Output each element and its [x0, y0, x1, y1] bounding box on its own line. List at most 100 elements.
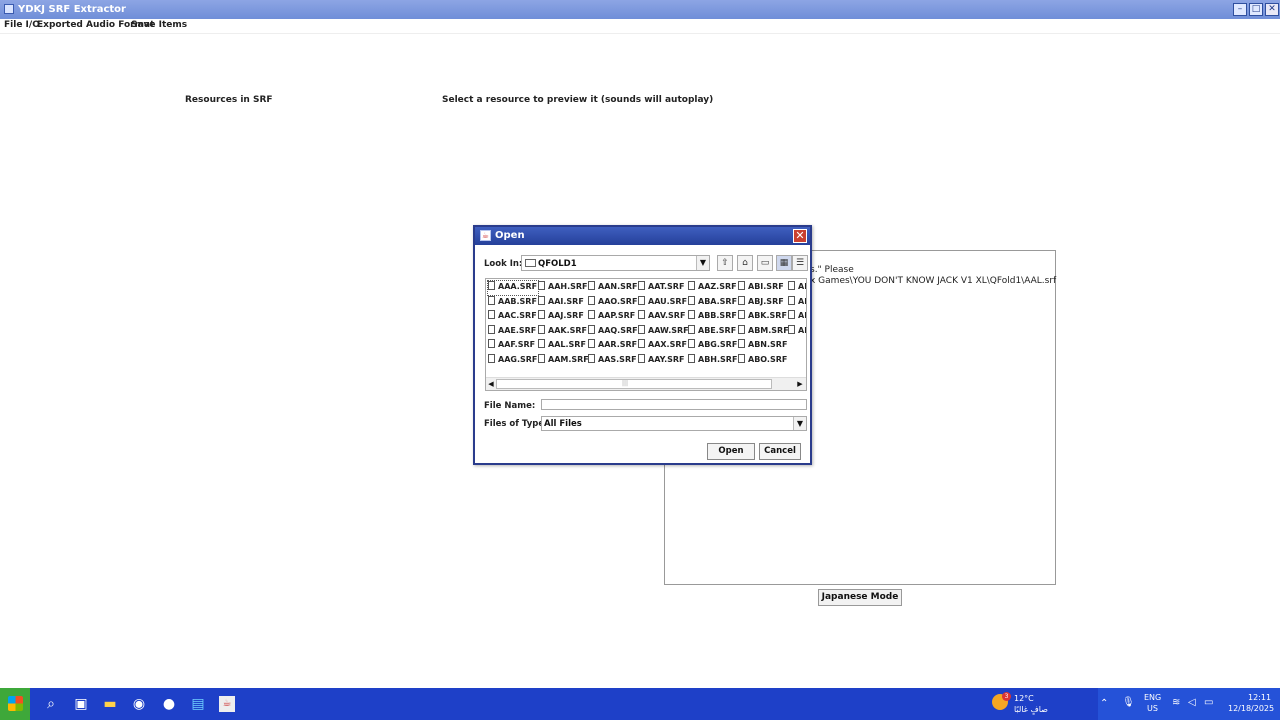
look-in-select[interactable]: QFOLD1 ▼ [521, 255, 710, 271]
file-item[interactable]: ABG.SRF [688, 339, 738, 353]
menu-file-io[interactable]: File I/O [4, 20, 40, 30]
file-item[interactable]: AB [788, 324, 806, 339]
clock-time[interactable]: 12:11 [1248, 693, 1271, 702]
close-button[interactable]: ✕ [1265, 3, 1279, 16]
file-item[interactable]: AAU.SRF [638, 295, 688, 310]
minimize-button[interactable]: – [1233, 3, 1247, 16]
java-icon: ☕ [480, 230, 491, 241]
file-item[interactable]: AAJ.SRF [538, 310, 588, 324]
java-app-icon[interactable]: ☕ [219, 696, 235, 712]
look-in-label: Look In: [484, 259, 523, 269]
file-item[interactable]: ABH.SRF [688, 354, 738, 368]
file-item[interactable]: AAV.SRF [638, 310, 688, 324]
file-explorer-icon[interactable]: ▬ [102, 696, 118, 712]
chevron-down-icon[interactable]: ▼ [793, 417, 806, 430]
weather-widget[interactable]: 3 12°C صافٍ غالبًا [992, 692, 1082, 718]
file-icon [538, 339, 545, 349]
file-item[interactable]: AAY.SRF [638, 354, 688, 368]
file-item[interactable]: ABB.SRF [688, 310, 738, 324]
file-item[interactable]: ABJ.SRF [738, 295, 788, 310]
wifi-icon[interactable]: ≋ [1172, 697, 1180, 708]
home-icon[interactable]: ⌂ [737, 255, 753, 271]
file-item[interactable]: ABM.SRF [738, 324, 788, 339]
file-item[interactable]: ABK.SRF [738, 310, 788, 324]
notepad-icon[interactable]: ▤ [190, 696, 206, 712]
microphone-icon[interactable]: 🎙 [1122, 697, 1135, 708]
file-item[interactable]: AAB.SRF [488, 295, 538, 310]
start-button[interactable] [0, 688, 30, 720]
file-name: AB [798, 296, 806, 306]
scroll-left-icon[interactable]: ◀ [486, 379, 496, 389]
file-icon [688, 324, 695, 334]
list-view-icon[interactable]: ▦ [776, 255, 792, 271]
window-title-bar[interactable]: YDKJ SRF Extractor – □ ✕ [0, 0, 1280, 19]
file-item[interactable]: AAG.SRF [488, 354, 538, 368]
details-view-icon[interactable]: ☰ [792, 255, 808, 271]
file-item[interactable]: AAX.SRF [638, 339, 688, 353]
file-item[interactable]: AAI.SRF [538, 295, 588, 310]
file-item[interactable]: AAF.SRF [488, 339, 538, 353]
file-item[interactable]: ABN.SRF [738, 339, 788, 353]
up-folder-icon[interactable]: ⇧ [717, 255, 733, 271]
file-item[interactable]: AAL.SRF [538, 339, 588, 353]
search-icon[interactable]: ⌕ [43, 696, 59, 712]
file-item[interactable]: AAA.SRF [487, 280, 539, 296]
open-button[interactable]: Open [707, 443, 755, 460]
file-item[interactable]: ABE.SRF [688, 324, 738, 339]
file-item[interactable]: AB [788, 310, 806, 324]
file-name-input[interactable] [541, 399, 807, 410]
file-name: AAV.SRF [648, 311, 686, 321]
open-dialog: ☕ Open ✕ Look In: QFOLD1 ▼ ⇧ ⌂ ▭ ▦ ☰ AAA… [473, 225, 812, 465]
file-item[interactable]: AAK.SRF [538, 324, 588, 339]
dialog-close-icon[interactable]: ✕ [793, 229, 807, 243]
file-item[interactable]: AAW.SRF [638, 324, 688, 339]
scroll-grip-icon: ||| [622, 380, 629, 387]
file-item[interactable]: AB [788, 295, 806, 310]
file-item[interactable]: AAR.SRF [588, 339, 638, 353]
file-item[interactable]: AB [788, 281, 806, 295]
volume-icon[interactable]: ◁ [1188, 697, 1196, 708]
file-item[interactable]: AAN.SRF [588, 281, 638, 295]
file-item[interactable]: ABA.SRF [688, 295, 738, 310]
dialog-title-bar[interactable]: ☕ Open ✕ [475, 227, 810, 245]
scroll-thumb[interactable] [496, 379, 772, 389]
file-icon [638, 295, 645, 305]
file-item[interactable]: AAM.SRF [538, 354, 588, 368]
clock-date[interactable]: 12/18/2025 [1228, 704, 1274, 713]
file-item[interactable]: AAH.SRF [538, 281, 588, 295]
file-item[interactable]: ABI.SRF [738, 281, 788, 295]
scroll-right-icon[interactable]: ▶ [795, 379, 805, 389]
file-name: AAI.SRF [548, 296, 584, 306]
file-item[interactable]: AAS.SRF [588, 354, 638, 368]
japanese-mode-button[interactable]: Japanese Mode [818, 589, 902, 606]
new-folder-icon[interactable]: ▭ [757, 255, 773, 271]
menu-save-items[interactable]: Save Items [131, 20, 187, 30]
file-icon [788, 281, 795, 290]
chevron-up-icon[interactable]: ⌃ [1100, 698, 1108, 709]
file-icon [588, 295, 595, 305]
file-item[interactable]: AAZ.SRF [688, 281, 738, 295]
files-of-type-select[interactable]: All Files ▼ [541, 416, 807, 431]
maximize-button[interactable]: □ [1249, 3, 1263, 16]
file-list[interactable]: AAA.SRF AAB.SRF AAC.SRF AAE.SRF AAF.SRF AAG.S… [485, 278, 807, 391]
file-item[interactable]: AAE.SRF [488, 324, 538, 339]
chevron-down-icon[interactable]: ▼ [696, 256, 709, 270]
file-item[interactable]: AAP.SRF [588, 310, 638, 324]
task-view-icon[interactable]: ▣ [73, 696, 89, 712]
chrome-icon[interactable]: ◉ [131, 696, 147, 712]
horizontal-scrollbar[interactable]: ◀ ||| ▶ [486, 377, 806, 390]
file-item[interactable]: AAO.SRF [588, 295, 638, 310]
file-icon [688, 339, 695, 349]
language-bottom[interactable]: US [1147, 704, 1158, 713]
battery-icon[interactable]: ▭ [1204, 697, 1213, 708]
file-item[interactable]: AAC.SRF [488, 310, 538, 324]
file-item[interactable]: AAQ.SRF [588, 324, 638, 339]
language-top[interactable]: ENG [1144, 693, 1161, 702]
file-name: ABJ.SRF [748, 296, 784, 306]
file-item[interactable]: AAT.SRF [638, 281, 688, 295]
obs-icon[interactable]: ● [161, 696, 177, 712]
cancel-button[interactable]: Cancel [759, 443, 801, 460]
file-name: ABH.SRF [698, 355, 738, 364]
file-item[interactable]: ABO.SRF [738, 354, 788, 368]
look-in-value: QFOLD1 [538, 259, 577, 269]
